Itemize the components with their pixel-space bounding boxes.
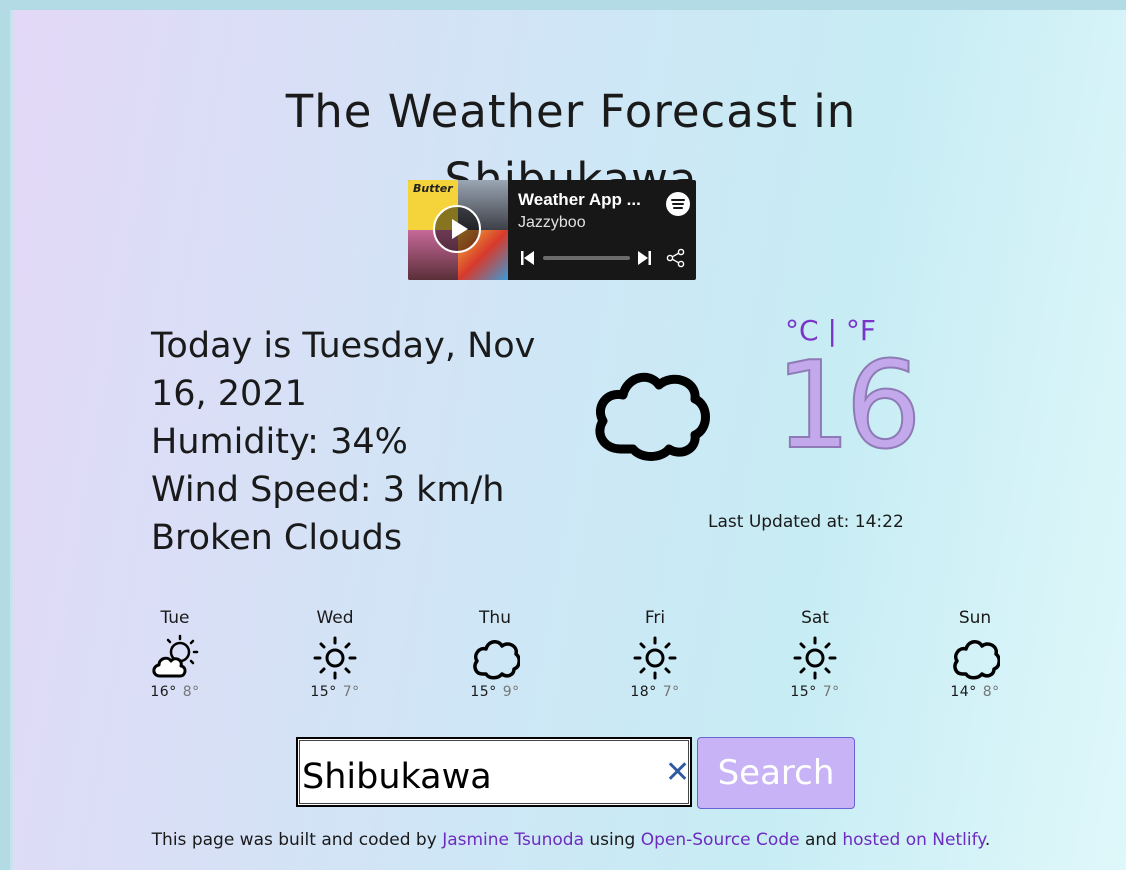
forecast-max: 18° xyxy=(630,684,657,700)
forecast-min: 7° xyxy=(342,684,360,700)
track-artist[interactable]: Jazzyboo xyxy=(518,214,586,232)
progress-bar[interactable] xyxy=(543,256,630,260)
cloud-icon xyxy=(473,640,520,680)
forecast-day: Wed 15° 7° xyxy=(253,608,417,700)
forecast-min: 9° xyxy=(502,684,520,700)
partly-cloudy-icon xyxy=(152,634,199,678)
cover-text: Butter xyxy=(413,182,453,195)
forecast-temps: 15° 7° xyxy=(733,684,897,700)
footer-and: and xyxy=(804,830,837,850)
spotify-logo-icon[interactable] xyxy=(666,192,690,216)
footer-end: . xyxy=(984,830,991,850)
forecast-max: 15° xyxy=(790,684,817,700)
forecast-day-name: Sun xyxy=(958,608,992,628)
sun-icon xyxy=(313,636,357,680)
sun-icon xyxy=(793,636,837,680)
last-updated: Last Updated at: 14:22 xyxy=(708,512,904,532)
footer: This page was built and coded by Jasmine… xyxy=(13,830,1126,850)
previous-track-icon[interactable] xyxy=(521,251,534,265)
today-info: Today is Tuesday, Nov 16, 2021 Humidity:… xyxy=(151,322,581,562)
forecast-temps: 16° 8° xyxy=(93,684,257,700)
forecast-max: 15° xyxy=(310,684,337,700)
netlify-link[interactable]: hosted on Netlify xyxy=(842,830,985,850)
weather-card: The Weather Forecast in Shibukawa Butter… xyxy=(10,10,1126,870)
footer-using: using xyxy=(589,830,636,850)
forecast-day: Sat 15° 7° xyxy=(733,608,897,700)
weather-description: Broken Clouds xyxy=(151,518,403,558)
current-temperature: 16 xyxy=(774,336,923,477)
source-code-link[interactable]: Open-Source Code xyxy=(641,830,800,850)
clear-search-icon[interactable]: ✕ xyxy=(665,758,690,788)
cloud-icon xyxy=(595,372,710,461)
forecast-day: Sun 14° 8° xyxy=(893,608,1057,700)
city-search-input[interactable] xyxy=(296,737,692,807)
forecast-temps: 14° 8° xyxy=(893,684,1057,700)
forecast-day-name: Tue xyxy=(160,608,190,628)
forecast-max: 14° xyxy=(950,684,977,700)
forecast-min: 7° xyxy=(662,684,680,700)
cloud-icon xyxy=(953,640,1000,680)
forecast-temps: 18° 7° xyxy=(573,684,737,700)
forecast-day: Fri 18° 7° xyxy=(573,608,737,700)
forecast-temps: 15° 7° xyxy=(253,684,417,700)
forecast-min: 8° xyxy=(182,684,200,700)
search-button[interactable]: Search xyxy=(697,737,855,809)
track-title[interactable]: Weather App ... xyxy=(518,190,641,210)
spotify-player[interactable]: Butter Weather App ... Jazzyboo xyxy=(408,180,696,280)
footer-prefix: This page was built and coded by xyxy=(151,830,437,850)
play-button[interactable] xyxy=(433,205,481,253)
page-title-line1: The Weather Forecast in xyxy=(285,85,857,139)
author-link[interactable]: Jasmine Tsunoda xyxy=(442,830,584,850)
forecast-max: 16° xyxy=(150,684,177,700)
forecast-row: Tue 16° 8° Wed 15° 7° Thu 15° 9° Fri 18°… xyxy=(93,608,1126,718)
forecast-temps: 15° 9° xyxy=(413,684,577,700)
wind-speed: Wind Speed: 3 km/h xyxy=(151,470,505,510)
forecast-day: Tue 16° 8° xyxy=(93,608,257,700)
forecast-min: 7° xyxy=(822,684,840,700)
forecast-day-name: Fri xyxy=(644,608,666,628)
sun-icon xyxy=(633,636,677,680)
forecast-day-name: Sat xyxy=(801,608,829,628)
forecast-max: 15° xyxy=(470,684,497,700)
forecast-min: 8° xyxy=(982,684,1000,700)
current-date: Today is Tuesday, Nov 16, 2021 xyxy=(151,326,536,414)
forecast-day-name: Thu xyxy=(479,608,511,628)
next-track-icon[interactable] xyxy=(638,251,651,265)
forecast-day: Thu 15° 9° xyxy=(413,608,577,700)
album-cover: Butter xyxy=(408,180,508,280)
forecast-day-name: Wed xyxy=(316,608,354,628)
humidity: Humidity: 34% xyxy=(151,422,408,462)
share-icon[interactable] xyxy=(666,248,686,268)
